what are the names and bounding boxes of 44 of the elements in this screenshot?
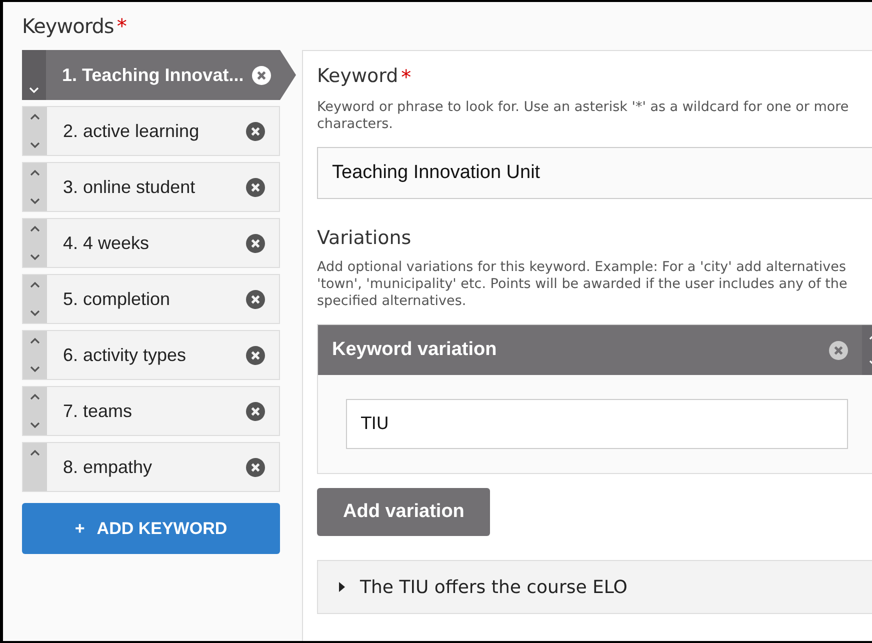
keyword-field[interactable]: Teaching Innovation Unit <box>317 147 872 199</box>
remove-icon[interactable] <box>829 340 848 360</box>
remove-icon[interactable] <box>246 290 265 308</box>
remove-icon[interactable] <box>246 234 265 252</box>
help-text: Add optional variations for this keyword. Example: For a 'city' add alternatives 'town', 'municipality' etc. Points will be awarded if the user includes any of the specified alternatives. <box>317 259 848 310</box>
caret-up-icon[interactable] <box>30 393 40 401</box>
caret-up-icon[interactable] <box>30 337 40 345</box>
add-variation-button[interactable]: Add variation <box>317 488 490 536</box>
caret-down-icon[interactable] <box>30 309 40 317</box>
keyword-item[interactable]: 6. activity types <box>22 330 280 380</box>
keyword-item[interactable]: 8. empathy <box>22 442 280 492</box>
variation-field[interactable]: TIU <box>346 399 848 449</box>
remove-icon[interactable] <box>252 66 271 84</box>
caret-up-icon[interactable] <box>30 225 40 233</box>
expand-icon <box>338 582 346 592</box>
caret-up-icon[interactable] <box>30 449 40 457</box>
caret-down-icon[interactable] <box>30 141 40 149</box>
feedback-toggle[interactable]: The TIU offers the course ELO <box>317 560 872 614</box>
caret-down-icon[interactable] <box>30 253 40 261</box>
caret-up-icon[interactable] <box>30 113 40 121</box>
field-label: Keyword <box>317 65 398 87</box>
add-keyword-button[interactable]: + ADD KEYWORD <box>22 503 280 554</box>
caret-down-icon[interactable] <box>30 197 40 205</box>
keyword-item[interactable]: 3. online student <box>22 162 280 212</box>
caret-up-icon[interactable] <box>30 281 40 289</box>
keyword-item[interactable]: 7. teams <box>22 386 280 436</box>
required-mark: * <box>116 14 126 38</box>
field-label: Variations <box>317 227 412 249</box>
keyword-item[interactable]: 2. active learning <box>22 106 280 156</box>
variation-title: Keyword variation <box>331 339 498 361</box>
caret-down-icon[interactable] <box>30 365 40 373</box>
remove-icon[interactable] <box>246 458 265 476</box>
remove-icon[interactable] <box>246 178 265 196</box>
remove-icon[interactable] <box>246 346 265 364</box>
caret-up-icon[interactable] <box>30 169 40 177</box>
remove-icon[interactable] <box>246 402 265 420</box>
help-text: Keyword or phrase to look for. Use an asterisk '*' as a wildcard for one or more characters. <box>317 99 850 133</box>
required-mark: * <box>401 65 412 89</box>
keyword-item[interactable]: 4. 4 weeks <box>22 218 280 268</box>
remove-icon[interactable] <box>246 122 265 140</box>
keyword-item[interactable]: 1. Teaching Innovat... <box>22 50 296 100</box>
caret-down-icon[interactable] <box>30 421 40 429</box>
section-title: Keywords <box>22 14 114 38</box>
keyword-item[interactable]: 5. completion <box>22 274 280 324</box>
